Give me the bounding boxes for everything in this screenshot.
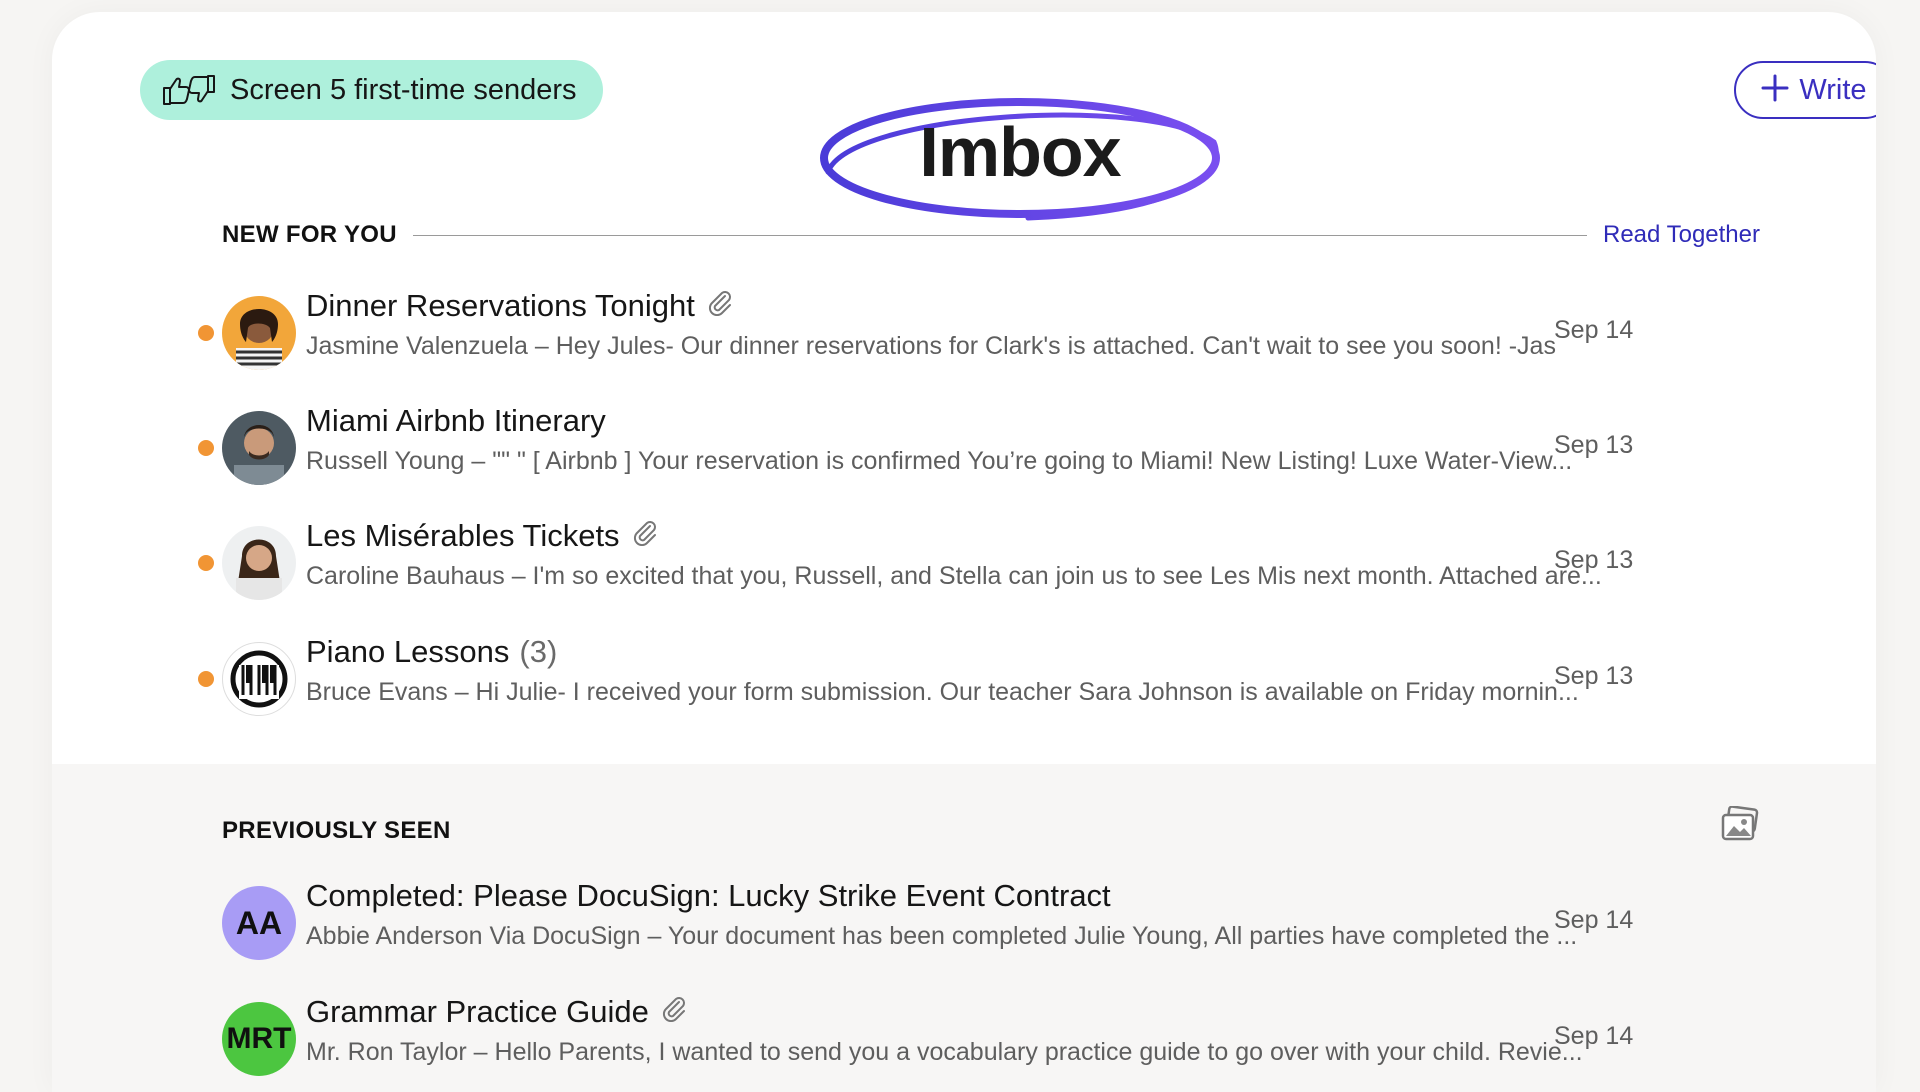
page-title: Imbox <box>818 94 1222 224</box>
avatar <box>222 411 296 485</box>
plus-icon <box>1761 74 1789 107</box>
email-preview: Mr. Ron Taylor – Hello Parents, I wanted… <box>306 1038 1583 1067</box>
email-row[interactable]: Miami Airbnb Itinerary Russell Young – "… <box>182 397 1802 493</box>
screener-label: Screen 5 first-time senders <box>230 73 577 106</box>
unread-dot <box>198 671 214 687</box>
snippet: Hi Julie- I received your form submissio… <box>475 678 1579 706</box>
avatar-initials: MRT <box>226 1022 292 1055</box>
snippet: Your document has been completed Julie Y… <box>667 922 1578 950</box>
sender-name: Caroline Bauhaus <box>306 562 505 590</box>
separator: – <box>640 922 668 950</box>
paperclip-icon <box>659 994 687 1030</box>
email-date: Sep 13 <box>1554 431 1634 459</box>
unread-dot <box>198 325 214 341</box>
email-row[interactable]: Piano Lessons (3) Bruce Evans – Hi Julie… <box>182 628 1802 724</box>
email-preview: Russell Young – "" " [ Airbnb ] Your res… <box>306 447 1572 476</box>
sender-name: Jasmine Valenzuela <box>306 332 528 360</box>
email-subject: Grammar Practice Guide <box>306 994 687 1030</box>
email-date: Sep 14 <box>1554 316 1634 344</box>
write-label: Write <box>1799 73 1867 106</box>
email-row[interactable]: Les Misérables Tickets Caroline Bauhaus … <box>182 512 1802 608</box>
subject-text: Dinner Reservations Tonight <box>306 288 695 323</box>
separator: – <box>447 678 476 706</box>
subject-text: Grammar Practice Guide <box>306 994 649 1029</box>
separator: – <box>466 1038 495 1066</box>
avatar-initials: AA <box>235 904 283 941</box>
email-date: Sep 14 <box>1554 906 1634 934</box>
title-text: Imbox <box>919 113 1121 191</box>
paperclip-icon <box>630 518 658 554</box>
thumbs-up-down-icon <box>160 72 218 108</box>
email-subject: Les Misérables Tickets <box>306 518 658 554</box>
avatar: MRT <box>222 1002 296 1076</box>
separator: – <box>464 447 493 475</box>
snippet: I'm so excited that you, Russell, and St… <box>532 562 1602 590</box>
previously-seen-header: PREVIOUSLY SEEN <box>222 817 1760 845</box>
email-preview: Abbie Anderson Via DocuSign – Your docum… <box>306 922 1577 951</box>
avatar <box>222 642 296 716</box>
email-row[interactable]: MRT Grammar Practice Guide Mr. Ron Taylo… <box>182 988 1802 1084</box>
new-for-you-header: NEW FOR YOU Read Together <box>222 221 1760 249</box>
read-together-link[interactable]: Read Together <box>1603 221 1760 249</box>
unread-dot <box>198 555 214 571</box>
subject-text: Completed: Please DocuSign: Lucky Strike… <box>306 878 1111 913</box>
write-button[interactable]: Write <box>1734 61 1876 119</box>
subject-text: Miami Airbnb Itinerary <box>306 403 606 438</box>
email-date: Sep 14 <box>1554 1022 1634 1050</box>
subject-text: Les Misérables Tickets <box>306 518 620 553</box>
thread-count: (3) <box>519 634 558 669</box>
snippet: "" " [ Airbnb ] Your reservation is conf… <box>492 447 1573 475</box>
email-subject: Piano Lessons (3) <box>306 634 557 670</box>
snippet: Hey Jules- Our dinner reservations for C… <box>555 332 1556 360</box>
sender-name: Mr. Ron Taylor <box>306 1038 467 1066</box>
unread-dot <box>198 440 214 456</box>
email-date: Sep 13 <box>1554 546 1634 574</box>
email-subject: Dinner Reservations Tonight <box>306 288 733 324</box>
email-date: Sep 13 <box>1554 662 1634 690</box>
avatar: AA <box>222 886 296 960</box>
new-for-you-label: NEW FOR YOU <box>222 221 397 248</box>
separator: – <box>504 562 533 590</box>
email-subject: Miami Airbnb Itinerary <box>306 403 606 439</box>
email-preview: Caroline Bauhaus – I'm so excited that y… <box>306 562 1602 591</box>
sender-name: Abbie Anderson Via DocuSign <box>306 922 641 950</box>
subject-text: Piano Lessons <box>306 634 510 669</box>
email-preview: Jasmine Valenzuela – Hey Jules- Our dinn… <box>306 332 1556 361</box>
sender-name: Russell Young <box>306 447 465 475</box>
email-row[interactable]: Dinner Reservations Tonight Jasmine Vale… <box>182 282 1802 378</box>
avatar <box>222 296 296 370</box>
sender-name: Bruce Evans <box>306 678 448 706</box>
screener-button[interactable]: Screen 5 first-time senders <box>140 60 603 120</box>
paperclip-icon <box>705 288 733 324</box>
email-preview: Bruce Evans – Hi Julie- I received your … <box>306 678 1579 707</box>
avatar <box>222 526 296 600</box>
email-row[interactable]: AA Completed: Please DocuSign: Lucky Str… <box>182 872 1802 968</box>
imbox-card: Screen 5 first-time senders Imbox Write … <box>52 12 1876 1092</box>
section-divider <box>412 234 1587 236</box>
previously-seen-label: PREVIOUSLY SEEN <box>222 817 451 844</box>
snippet: Hello Parents, I wanted to send you a vo… <box>494 1038 1583 1066</box>
email-subject: Completed: Please DocuSign: Lucky Strike… <box>306 878 1111 914</box>
separator: – <box>527 332 556 360</box>
photos-icon[interactable] <box>1720 805 1760 847</box>
